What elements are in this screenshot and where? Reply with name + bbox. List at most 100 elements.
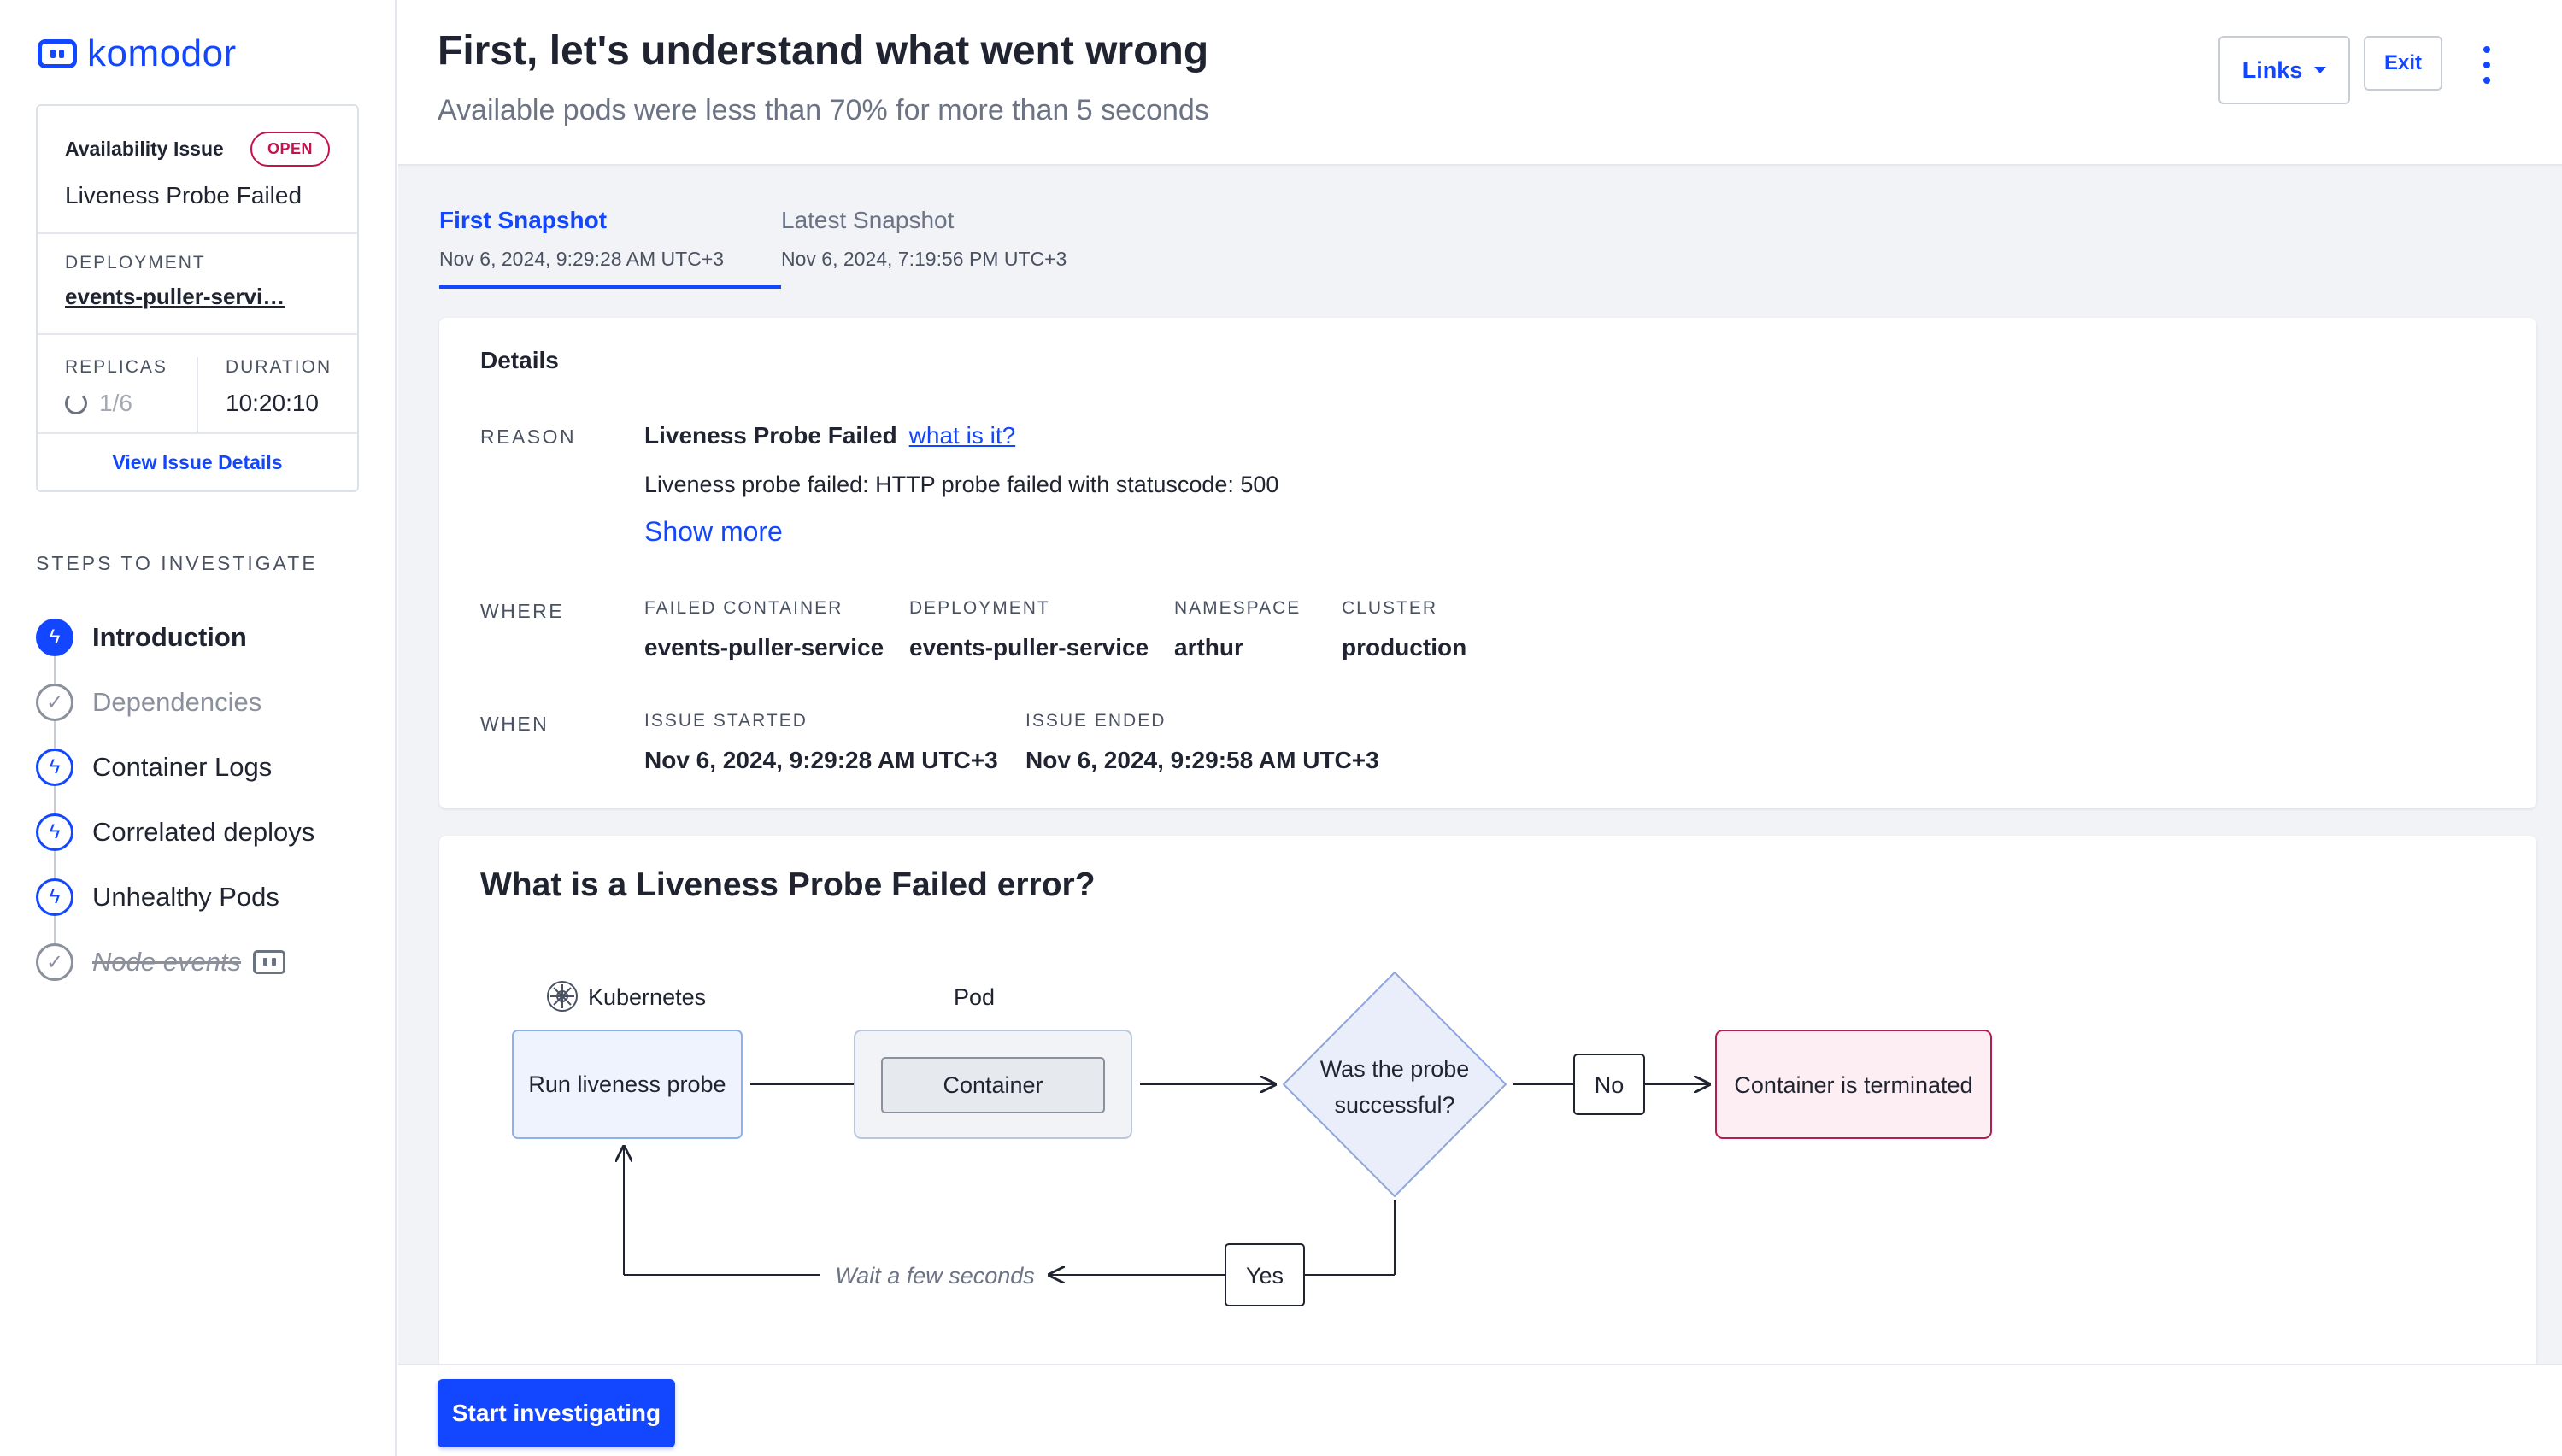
start-investigating-button[interactable]: Start investigating (438, 1379, 675, 1447)
step-node-events[interactable]: ✓ Node events (36, 916, 314, 995)
field-value: Nov 6, 2024, 9:29:28 AM UTC+3 (644, 747, 998, 773)
page-title: First, let's understand what went wrong (438, 28, 1209, 73)
step-dependencies[interactable]: ✓ Dependencies (36, 656, 314, 735)
failed-container-field: FAILED CONTAINER events-puller-service (644, 598, 884, 661)
reason-row: Liveness Probe Failed what is it? (644, 422, 1015, 449)
issue-type: Availability Issue (65, 138, 224, 160)
view-issue-details-link[interactable]: View Issue Details (38, 434, 357, 490)
deployment-field: DEPLOYMENT events-puller-service (909, 598, 1149, 661)
tab-first-snapshot[interactable]: First Snapshot Nov 6, 2024, 9:29:28 AM U… (439, 207, 781, 289)
bolt-icon: ϟ (36, 813, 73, 851)
page-header: First, let's understand what went wrong … (398, 0, 2562, 166)
details-title: Details (480, 347, 559, 373)
footer-bar: Start investigating (398, 1364, 2562, 1456)
no-text: No (1595, 1072, 1625, 1098)
tab-date: Nov 6, 2024, 7:19:56 PM UTC+3 (781, 248, 1067, 270)
reason-value: Liveness Probe Failed (644, 422, 897, 449)
step-connector (54, 916, 56, 945)
replicas-value: 1/6 (99, 390, 132, 416)
pod-label: Pod (954, 984, 995, 1010)
brand-name: komodor (87, 32, 237, 74)
step-connector (54, 656, 56, 685)
check-circle-icon: ✓ (36, 684, 73, 721)
page-subtitle: Available pods were less than 70% for mo… (438, 94, 1209, 126)
step-label: Node events (92, 947, 242, 977)
tab-name: Latest Snapshot (781, 207, 955, 233)
sidebar: komodor Availability Issue OPEN Liveness… (0, 0, 397, 1456)
links-dropdown-button[interactable]: Links (2218, 36, 2350, 104)
replicas-stat: REPLICAS 1/6 (38, 357, 197, 432)
komodor-logo-icon (38, 39, 77, 68)
check-circle-icon: ✓ (36, 943, 73, 981)
kubernetes-label: Kubernetes (588, 984, 706, 1010)
kubernetes-icon (547, 981, 578, 1012)
tab-latest-snapshot[interactable]: Latest Snapshot Nov 6, 2024, 7:19:56 PM … (781, 207, 1123, 289)
step-introduction[interactable]: ϟ Introduction (36, 605, 314, 670)
step-connector (54, 786, 56, 815)
bolt-icon: ϟ (36, 749, 73, 786)
steps-list: ϟ Introduction ✓ Dependencies ϟ Containe… (36, 605, 314, 995)
step-unhealthy-pods[interactable]: ϟ Unhealthy Pods (36, 851, 314, 930)
step-label: Dependencies (92, 687, 262, 717)
komodor-logo[interactable]: komodor (38, 32, 237, 75)
exit-button[interactable]: Exit (2364, 36, 2442, 91)
bolt-icon: ϟ (36, 878, 73, 916)
terminated-text: Container is terminated (1734, 1072, 1972, 1098)
decision-diamond (1283, 972, 1507, 1197)
replicas-label: REPLICAS (65, 357, 167, 377)
duration-label: DURATION (226, 357, 332, 377)
duration-value: 10:20:10 (226, 390, 319, 416)
step-label: Correlated deploys (92, 817, 315, 847)
more-options-icon[interactable] (2478, 46, 2495, 84)
decision-text-2: successful? (1334, 1092, 1454, 1118)
loading-spinner-icon (65, 392, 87, 414)
field-key: DEPLOYMENT (909, 598, 1050, 618)
step-label: Unhealthy Pods (92, 882, 279, 912)
duration-stat: DURATION 10:20:10 (197, 357, 357, 432)
step-container-logs[interactable]: ϟ Container Logs (36, 721, 314, 800)
yes-text: Yes (1246, 1263, 1284, 1289)
deployment-label: DEPLOYMENT (65, 253, 206, 273)
step-connector (54, 851, 56, 880)
step-connector (54, 721, 56, 750)
field-value: Nov 6, 2024, 9:29:58 AM UTC+3 (1025, 747, 1379, 773)
container-text: Container (943, 1072, 1043, 1098)
field-value: events-puller-service (909, 634, 1149, 660)
field-key: ISSUE STARTED (644, 711, 808, 731)
caret-down-icon (2314, 67, 2327, 73)
when-label: WHEN (480, 713, 549, 735)
issue-title: Liveness Probe Failed (65, 182, 303, 208)
issue-summary-card: Availability Issue OPEN Liveness Probe F… (36, 104, 359, 492)
show-more-link[interactable]: Show more (644, 516, 783, 548)
step-label: Container Logs (92, 752, 273, 782)
reason-label: REASON (480, 426, 577, 448)
field-value: production (1342, 634, 1467, 660)
field-key: ISSUE ENDED (1025, 711, 1166, 731)
decision-text-1: Was the probe (1320, 1056, 1470, 1082)
cluster-field: CLUSTER production (1342, 598, 1466, 661)
field-value: arthur (1174, 634, 1243, 660)
field-key: FAILED CONTAINER (644, 598, 843, 618)
what-is-it-link[interactable]: what is it? (909, 422, 1016, 449)
wait-text: Wait a few seconds (835, 1263, 1035, 1289)
run-probe-text: Run liveness probe (528, 1071, 726, 1097)
field-key: NAMESPACE (1174, 598, 1302, 618)
field-key: CLUSTER (1342, 598, 1438, 618)
steps-title: STEPS TO INVESTIGATE (36, 552, 318, 574)
status-badge: OPEN (250, 132, 330, 167)
details-card: Details REASON Liveness Probe Failed what… (439, 318, 2536, 808)
tab-name: First Snapshot (439, 207, 608, 233)
where-label: WHERE (480, 600, 565, 622)
issue-started-field: ISSUE STARTED Nov 6, 2024, 9:29:28 AM UT… (644, 711, 998, 774)
deployment-link[interactable]: events-puller-servi… (65, 284, 330, 310)
links-button-label: Links (2242, 56, 2303, 83)
issue-ended-field: ISSUE ENDED Nov 6, 2024, 9:29:58 AM UTC+… (1025, 711, 1379, 774)
namespace-field: NAMESPACE arthur (1174, 598, 1301, 661)
komodor-chip-icon (253, 950, 286, 974)
step-correlated-deploys[interactable]: ϟ Correlated deploys (36, 786, 315, 865)
main-content: First, let's understand what went wrong … (398, 0, 2562, 1456)
step-label: Introduction (92, 622, 247, 652)
bolt-icon: ϟ (36, 619, 73, 656)
reason-message: Liveness probe failed: HTTP probe failed… (644, 472, 1279, 497)
field-value: events-puller-service (644, 634, 884, 660)
